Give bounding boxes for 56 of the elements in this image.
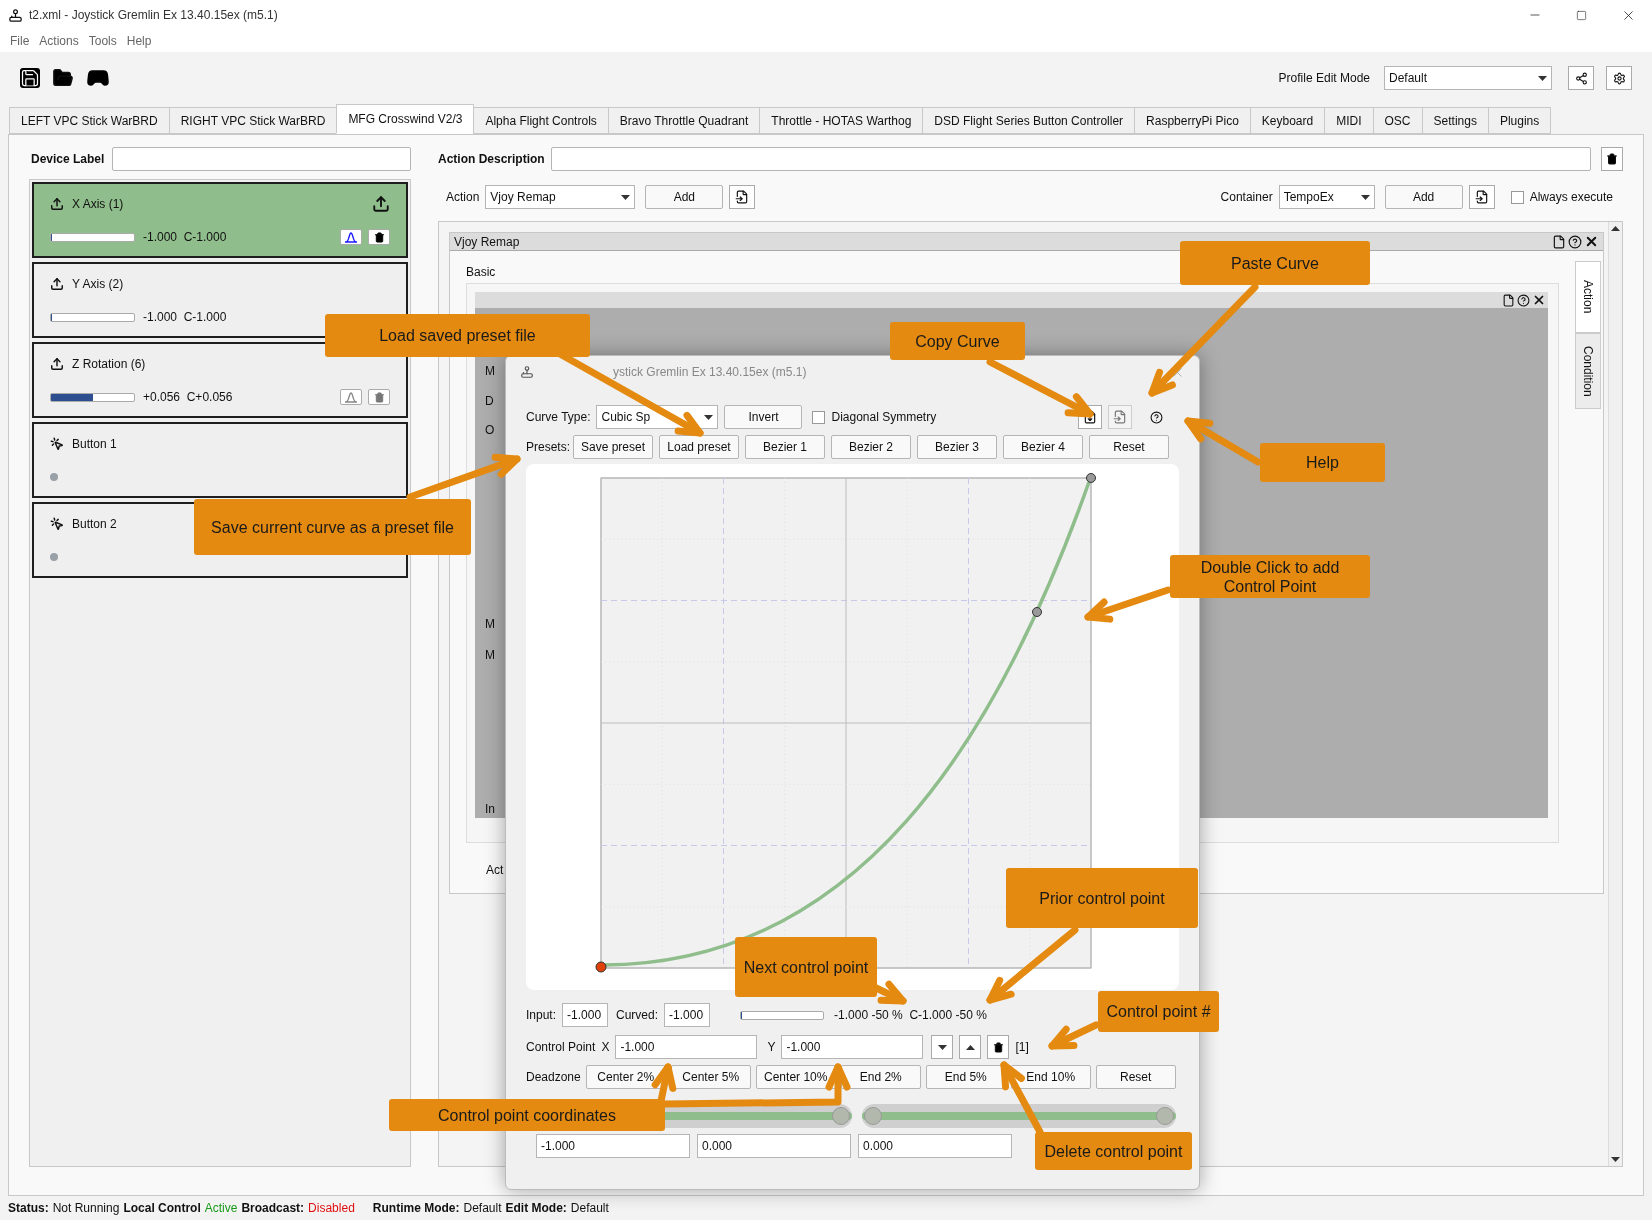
status-value: Not Running bbox=[52, 1200, 120, 1217]
axis-reading: +0.056 C+0.056 bbox=[143, 389, 233, 406]
curve-type-label: Curve Type: bbox=[526, 409, 591, 426]
annotation-tooltip: Control point # bbox=[1098, 991, 1219, 1032]
status-value: Default bbox=[570, 1200, 609, 1217]
x-label: X bbox=[601, 1039, 610, 1056]
annotation-tooltip: Paste Curve bbox=[1180, 241, 1370, 285]
status-label: Runtime Mode: bbox=[372, 1200, 460, 1217]
output-reading: -1.000 -50 % C-1.000 -50 % bbox=[834, 1007, 987, 1024]
control-point-label: Control Point bbox=[526, 1039, 596, 1056]
partial-label: Act bbox=[486, 862, 505, 879]
input-label: Input: bbox=[526, 1007, 557, 1024]
device-label-caption: Device Label bbox=[31, 151, 105, 168]
partial-label: M bbox=[485, 363, 495, 380]
annotation-tooltip: Control point coordinates bbox=[389, 1099, 665, 1131]
curved-label: Curved: bbox=[616, 1007, 659, 1024]
action-label: Action bbox=[446, 189, 480, 206]
deadzone-label: Deadzone bbox=[526, 1069, 581, 1086]
presets-label: Presets: bbox=[526, 439, 567, 456]
input-name: X Axis (1) bbox=[72, 196, 124, 213]
annotation-tooltip: Save current curve as a preset file bbox=[194, 499, 471, 555]
status-value: Active bbox=[204, 1200, 238, 1217]
action-description-label: Action Description bbox=[438, 151, 545, 168]
partial-label: D bbox=[485, 393, 494, 410]
diagonal-symmetry-label: Diagonal Symmetry bbox=[831, 409, 937, 426]
partial-label: M bbox=[485, 647, 495, 664]
partial-label: In bbox=[485, 801, 495, 818]
annotation-tooltip: Copy Curve bbox=[890, 322, 1025, 360]
status-label: Broadcast: bbox=[241, 1200, 305, 1217]
input-name: Z Rotation (6) bbox=[72, 356, 146, 373]
status-value: Default bbox=[463, 1200, 502, 1217]
control-point-index: [1] bbox=[1015, 1039, 1029, 1056]
annotation-tooltip: Double Click to add Control Point bbox=[1170, 555, 1370, 598]
status-value: Disabled bbox=[308, 1200, 355, 1217]
mode-label: Profile Edit Mode bbox=[1278, 70, 1370, 87]
status-label: Edit Mode: bbox=[505, 1200, 567, 1217]
annotation-tooltip: Next control point bbox=[735, 937, 877, 997]
partial-label: M bbox=[485, 616, 495, 633]
always-execute-label: Always execute bbox=[1529, 189, 1613, 206]
window-title: t2.xml - Joystick Gremlin Ex 13.40.15ex (m5.1) bbox=[29, 7, 278, 24]
partial-label: O bbox=[485, 422, 495, 439]
input-name: Button 2 bbox=[72, 516, 117, 533]
annotation-tooltip: Prior control point bbox=[1006, 868, 1198, 928]
annotation-tooltip: Help bbox=[1260, 443, 1385, 482]
annotation-tooltip: Delete control point bbox=[1035, 1132, 1192, 1170]
status-label: Local Control bbox=[123, 1200, 201, 1217]
y-label: Y bbox=[767, 1039, 776, 1056]
panel-title: Vjoy Remap bbox=[454, 233, 520, 251]
input-name: Button 1 bbox=[72, 436, 117, 453]
axis-reading: -1.000 C-1.000 bbox=[143, 309, 227, 326]
axis-reading: -1.000 C-1.000 bbox=[143, 229, 227, 246]
input-name: Y Axis (2) bbox=[72, 276, 124, 293]
status-label: Status: bbox=[8, 1200, 49, 1217]
annotation-tooltip: Load saved preset file bbox=[325, 314, 590, 357]
container-label: Container bbox=[1220, 189, 1273, 206]
dialog-title: ystick Gremlin Ex 13.40.15ex (m5.1) bbox=[613, 364, 807, 381]
